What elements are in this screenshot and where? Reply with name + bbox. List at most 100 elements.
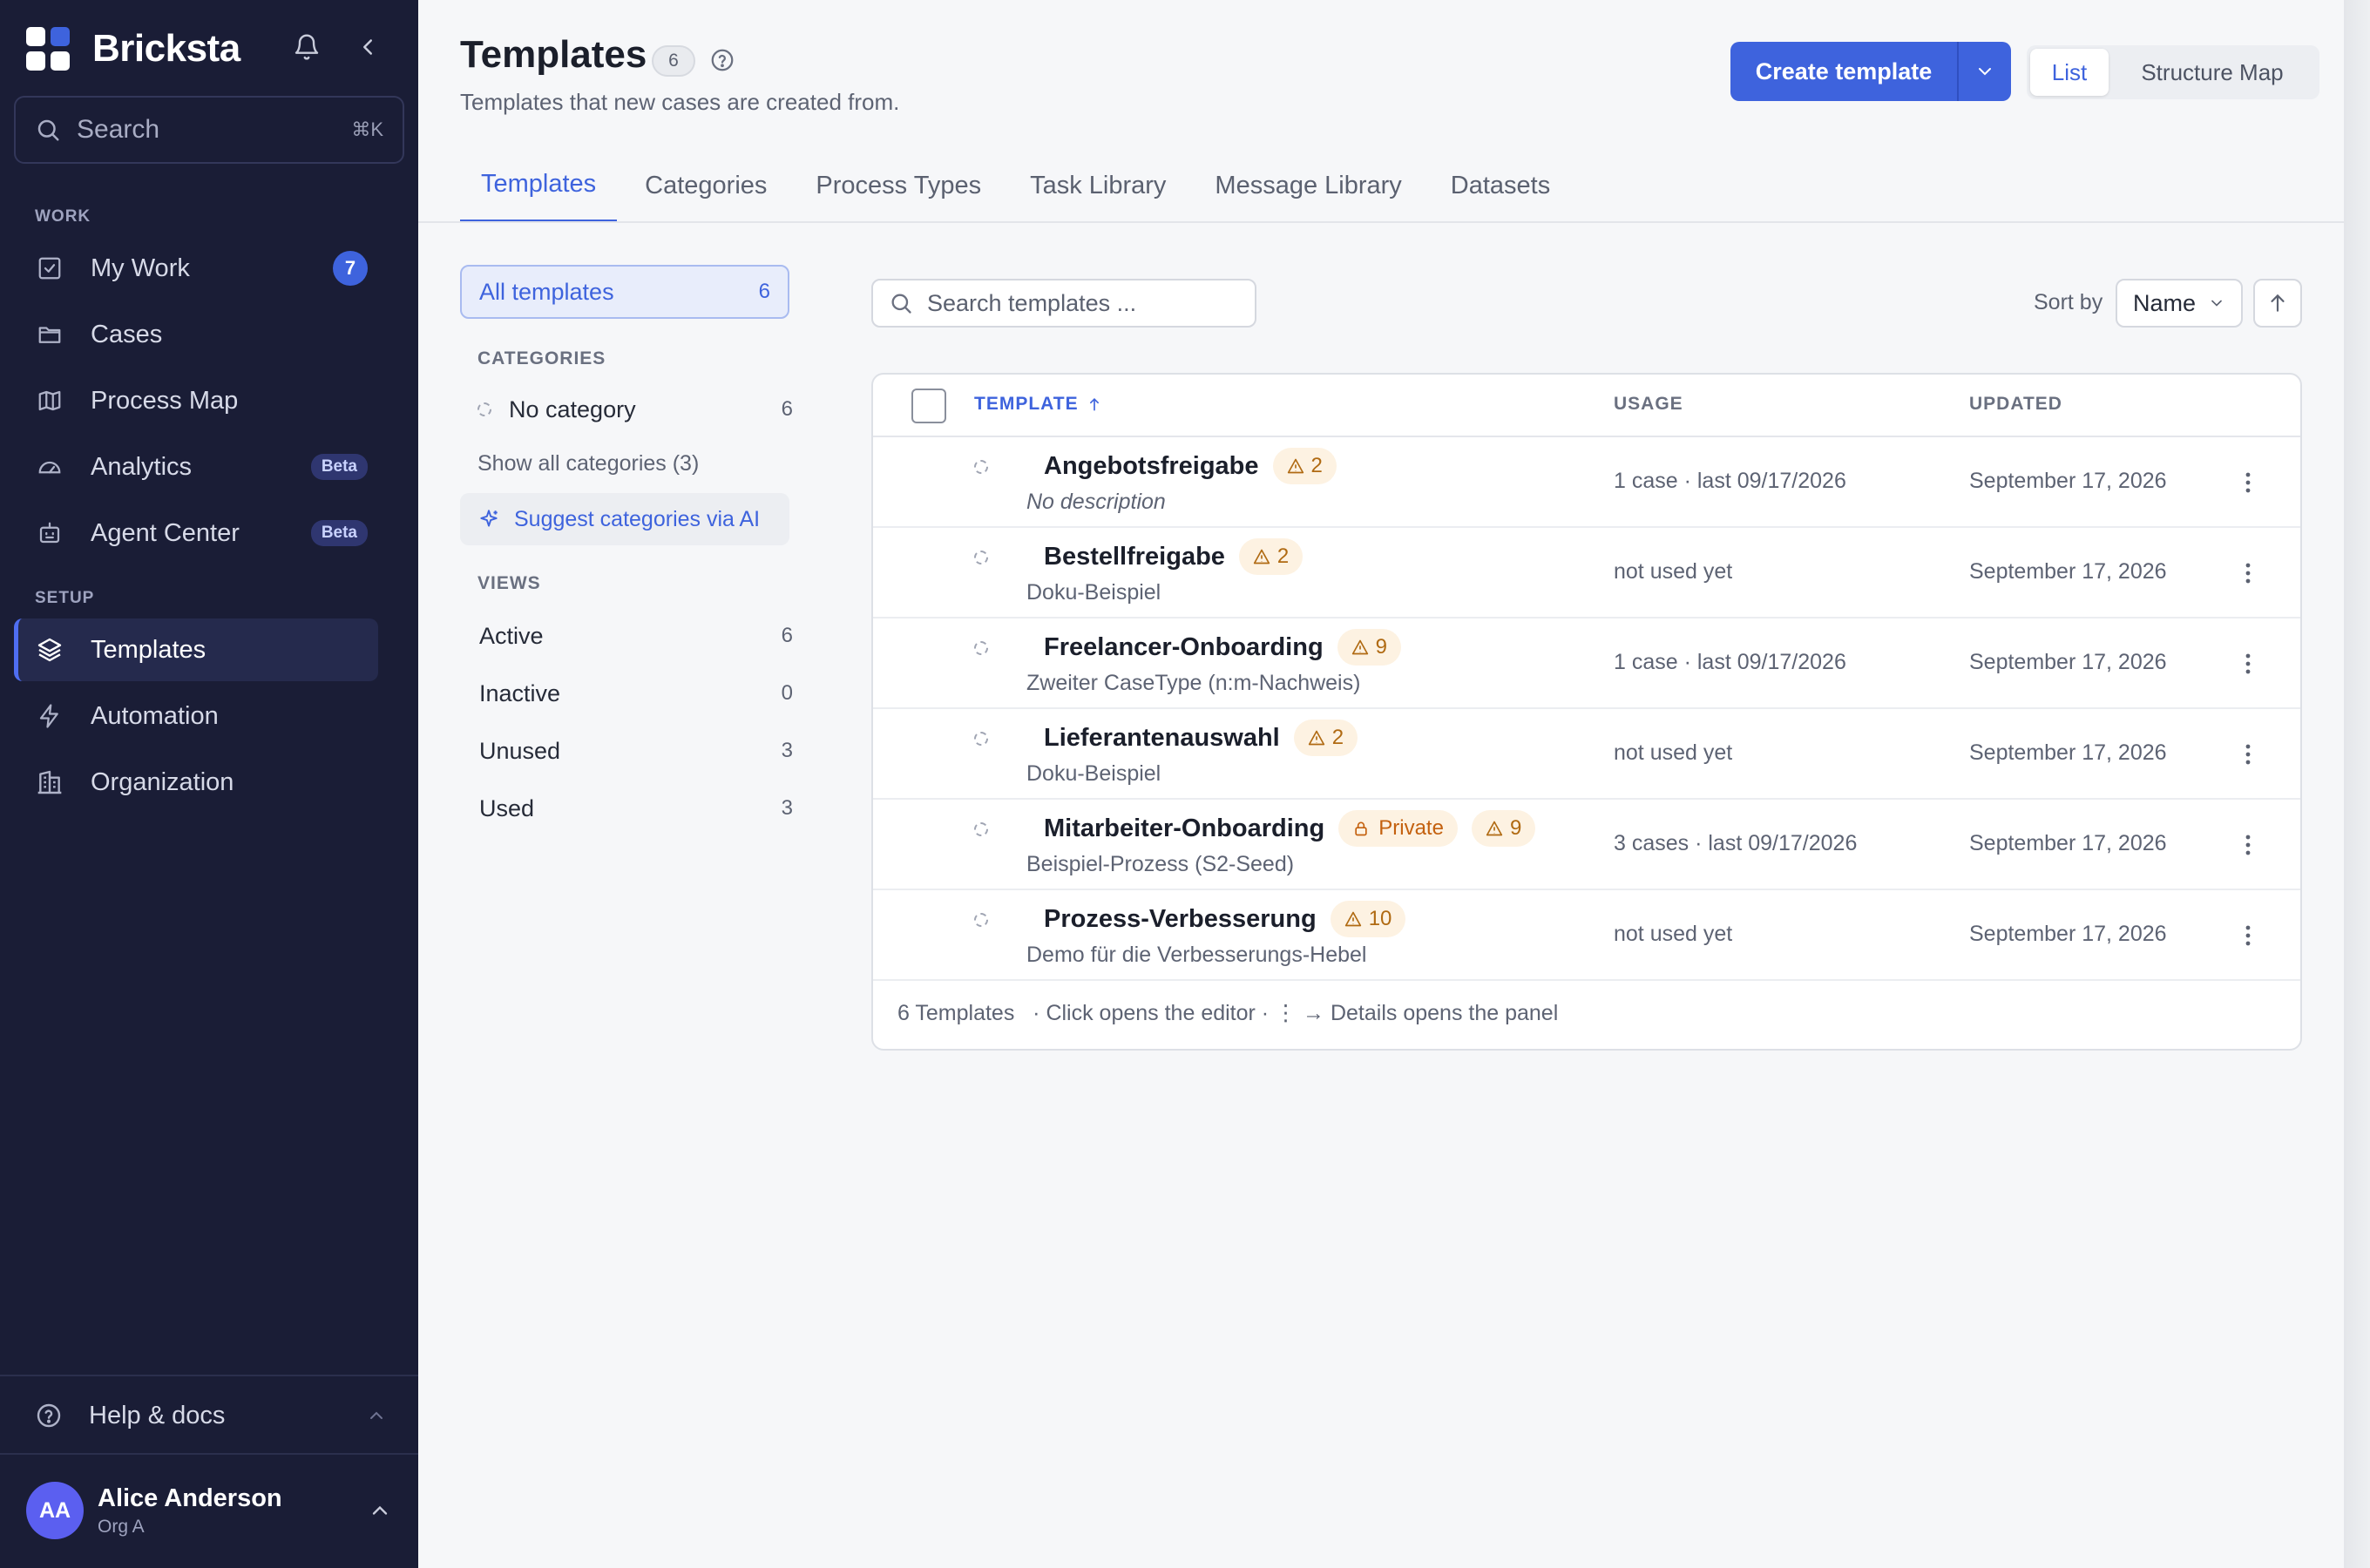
lock-icon (1355, 821, 1367, 836)
view-list-button[interactable]: List (2030, 49, 2109, 96)
user-org: Org A (98, 1516, 145, 1537)
warning-badge[interactable]: 2 (1293, 720, 1358, 756)
filter-count: 3 (781, 796, 793, 820)
template-name[interactable]: Lieferantenauswahl (1044, 724, 1280, 753)
filter-view-inactive[interactable]: Inactive 0 (479, 674, 793, 713)
sidebar-item-organization[interactable]: Organization (14, 751, 378, 814)
show-all-categories-link[interactable]: Show all categories (3) (477, 451, 699, 476)
categories-heading: CATEGORIES (477, 348, 606, 368)
page-title: Templates (460, 33, 647, 76)
template-description: Beispiel-Prozess (S2-Seed) (1026, 852, 1295, 876)
help-circle-icon[interactable] (709, 47, 735, 73)
sidebar-search[interactable]: Search ⌘K (14, 96, 404, 164)
sidebar-item-automation[interactable]: Automation (14, 685, 378, 747)
template-name[interactable]: Angebotsfreigabe (1044, 452, 1259, 481)
template-description: Doku-Beispiel (1026, 580, 1161, 605)
sidebar-item-label: Automation (91, 701, 219, 730)
arrow-up-icon (2271, 294, 2285, 312)
row-menu-button[interactable] (2232, 737, 2264, 772)
warning-badge[interactable]: 9 (1471, 810, 1536, 847)
column-label: TEMPLATE (974, 394, 1079, 414)
warning-count: 9 (1375, 635, 1388, 659)
table-row[interactable]: Freelancer-Onboarding 9 Zweiter CaseType… (873, 618, 2300, 709)
sidebar-item-templates[interactable]: Templates (14, 618, 378, 681)
template-name[interactable]: Freelancer-Onboarding (1044, 633, 1324, 662)
column-header-usage[interactable]: USAGE (1614, 394, 1683, 415)
column-header-updated[interactable]: UPDATED (1969, 394, 2062, 415)
sort-direction-button[interactable] (2253, 279, 2302, 328)
view-structure-map-button[interactable]: Structure Map (2109, 49, 2316, 96)
template-usage: not used yet (1614, 559, 1733, 584)
sort-by-select[interactable]: Name (2116, 279, 2243, 328)
sidebar-item-process-map[interactable]: Process Map (14, 369, 378, 432)
tab-process-types[interactable]: Process Types (795, 148, 1002, 223)
filter-count: 3 (781, 739, 793, 762)
warning-badge[interactable]: 2 (1238, 538, 1304, 575)
brand[interactable]: Bricksta (26, 26, 240, 71)
chevron-up-icon (366, 1405, 387, 1426)
folder-icon (35, 320, 64, 349)
status-dot-icon (974, 913, 988, 927)
template-name[interactable]: Mitarbeiter-Onboarding (1044, 814, 1324, 843)
template-usage: 3 cases · last 09/17/2026 (1614, 831, 1858, 855)
sort-by-label: Sort by (2034, 290, 2103, 314)
tab-categories[interactable]: Categories (624, 148, 788, 223)
row-menu-button[interactable] (2232, 556, 2264, 591)
gauge-icon (35, 452, 64, 482)
warning-count: 2 (1276, 544, 1290, 568)
warning-badge[interactable]: 10 (1330, 901, 1406, 937)
warning-badge[interactable]: 2 (1272, 448, 1337, 484)
search-templates-input[interactable]: Search templates ... (871, 279, 1256, 328)
sidebar-item-label: Analytics (91, 452, 193, 481)
help-docs-button[interactable]: Help & docs (35, 1394, 387, 1437)
filter-view-active[interactable]: Active 6 (479, 617, 793, 655)
row-menu-button[interactable] (2232, 828, 2264, 862)
template-usage: 1 case · last 09/17/2026 (1614, 650, 1846, 674)
select-all-checkbox[interactable] (911, 389, 946, 423)
template-name[interactable]: Prozess-Verbesserung (1044, 905, 1317, 934)
tab-task-library[interactable]: Task Library (1009, 148, 1187, 223)
sidebar-item-agent-center[interactable]: Agent Center Beta (14, 502, 378, 564)
status-dot-icon (974, 460, 988, 474)
row-menu-button[interactable] (2232, 646, 2264, 681)
warning-triangle-icon (1344, 911, 1361, 927)
column-header-template[interactable]: TEMPLATE (974, 394, 1103, 415)
template-name[interactable]: Bestellfreigabe (1044, 543, 1225, 571)
filter-view-unused[interactable]: Unused 3 (479, 732, 793, 770)
sidebar-item-my-work[interactable]: My Work 7 (14, 237, 378, 300)
filter-label: Inactive (479, 679, 561, 706)
table-row[interactable]: Bestellfreigabe 2 Doku-Beispiel not used… (873, 528, 2300, 618)
sidebar-divider (0, 1453, 418, 1455)
row-menu-button[interactable] (2232, 465, 2264, 500)
table-row[interactable]: Lieferantenauswahl 2 Doku-Beispiel not u… (873, 709, 2300, 800)
table-row[interactable]: Mitarbeiter-Onboarding Private 9 Beispie… (873, 800, 2300, 890)
help-circle-icon (35, 1402, 63, 1429)
collapse-sidebar-icon[interactable] (349, 28, 387, 66)
tab-datasets[interactable]: Datasets (1430, 148, 1571, 223)
table-row[interactable]: Angebotsfreigabe 2 No description 1 case… (873, 437, 2300, 528)
user-menu[interactable]: AA Alice Anderson Org A (26, 1479, 392, 1542)
search-icon (891, 294, 911, 314)
chevron-down-icon (2211, 300, 2222, 307)
warning-triangle-icon (1308, 730, 1324, 746)
filter-all-templates[interactable]: All templates 6 (460, 265, 789, 319)
filter-no-category[interactable]: No category 6 (477, 390, 793, 429)
row-menu-button[interactable] (2232, 918, 2264, 953)
filter-view-used[interactable]: Used 3 (479, 789, 793, 828)
bricksta-logo-icon (26, 27, 70, 71)
warning-badge[interactable]: 9 (1337, 629, 1402, 666)
template-updated: September 17, 2026 (1969, 831, 2167, 855)
page-subtitle: Templates that new cases are created fro… (460, 89, 900, 115)
sidebar-item-analytics[interactable]: Analytics Beta (14, 436, 378, 498)
sidebar-search-placeholder: Search (77, 115, 160, 144)
sidebar-item-cases[interactable]: Cases (14, 303, 378, 366)
tab-templates[interactable]: Templates (460, 148, 618, 223)
tab-message-library[interactable]: Message Library (1194, 148, 1422, 223)
template-updated: September 17, 2026 (1969, 650, 2167, 674)
create-template-button[interactable]: Create template (1730, 42, 1957, 101)
status-dot-icon (974, 641, 988, 655)
bell-icon[interactable] (288, 28, 326, 66)
table-row[interactable]: Prozess-Verbesserung 10 Demo für die Ver… (873, 890, 2300, 981)
create-template-dropdown-button[interactable] (1957, 42, 2011, 101)
suggest-categories-button[interactable]: Suggest categories via AI (460, 493, 789, 545)
